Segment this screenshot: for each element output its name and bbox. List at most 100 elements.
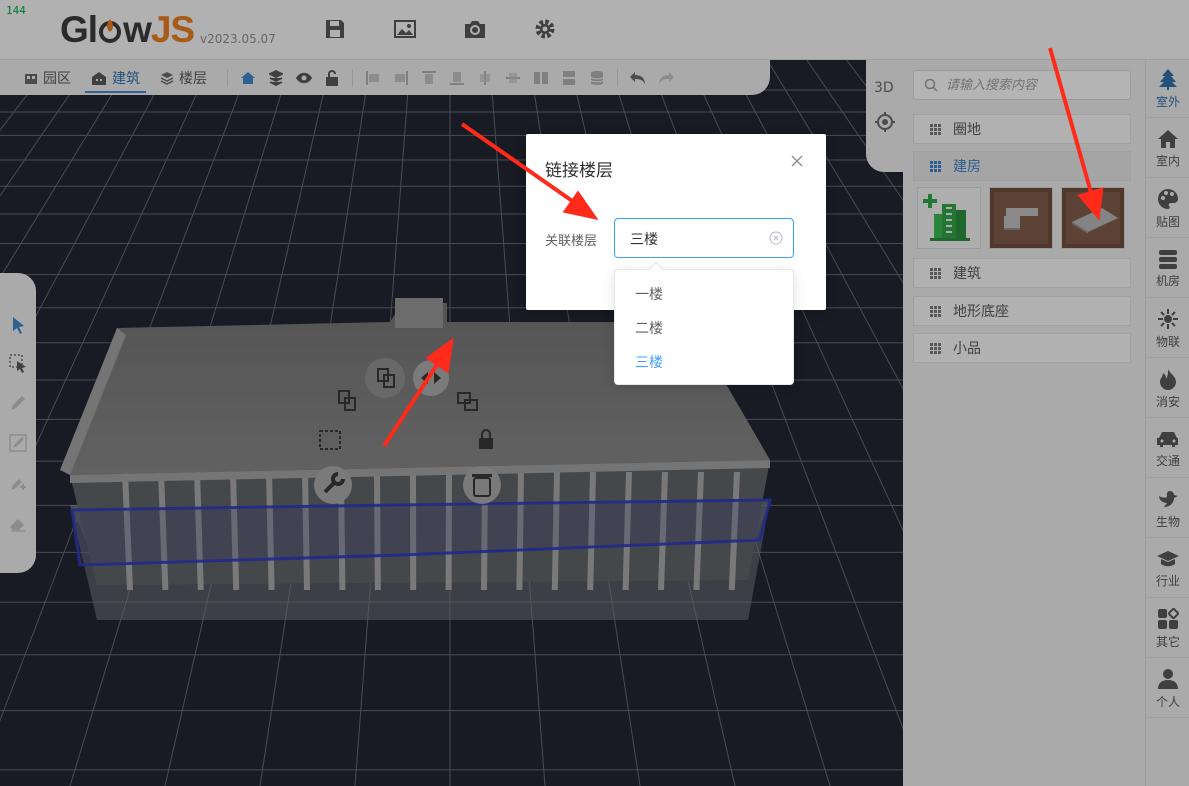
align-right-button[interactable] <box>387 60 415 95</box>
tab-park[interactable]: 园区 <box>18 60 77 95</box>
redo-button[interactable] <box>652 60 680 95</box>
edit-shape-icon <box>9 434 27 452</box>
asset-panel: 圈地 建房 建筑 地形底座 小品 <box>903 60 1145 786</box>
image-button[interactable] <box>390 14 420 44</box>
eraser-tool[interactable] <box>8 513 28 533</box>
align-bottom-button[interactable] <box>443 60 471 95</box>
category-build-house[interactable]: 建房 <box>913 151 1131 181</box>
eraser-icon <box>10 519 25 532</box>
edit-shape-tool[interactable] <box>8 433 28 453</box>
search-input[interactable] <box>946 77 1116 93</box>
nav-label: 个人 <box>1155 694 1180 709</box>
nav-traffic[interactable]: 交通 <box>1146 420 1189 478</box>
nav-indoor[interactable]: 室内 <box>1146 120 1189 178</box>
select-tool[interactable] <box>8 353 28 373</box>
logo-text-suffix: JS <box>150 9 195 50</box>
nav-personal[interactable]: 个人 <box>1146 660 1189 718</box>
align-top-button[interactable] <box>415 60 443 95</box>
nav-outdoor[interactable]: 室外 <box>1146 60 1189 118</box>
database-button[interactable] <box>583 60 611 95</box>
toolbar-divider <box>352 68 353 87</box>
align-center-h-icon <box>480 70 490 85</box>
nav-fire-safety[interactable]: 消安 <box>1146 360 1189 418</box>
category-label: 建房 <box>953 159 981 175</box>
floorplan-shape-icon <box>990 188 1052 248</box>
tree-icon <box>1159 68 1177 90</box>
align-center-h-button[interactable] <box>471 60 499 95</box>
distribute-h-button[interactable] <box>527 60 555 95</box>
add-building-thumbnail[interactable] <box>917 187 981 249</box>
nav-label: 物联 <box>1155 334 1180 349</box>
scene-toolbar: 园区 建筑 楼层 <box>0 60 770 95</box>
nav-other[interactable]: 其它 <box>1146 600 1189 658</box>
nav-texture[interactable]: 贴图 <box>1146 180 1189 238</box>
align-center-v-icon <box>506 72 520 83</box>
tab-building[interactable]: 建筑 <box>85 60 146 95</box>
align-right-icon <box>395 70 408 85</box>
house-icon <box>1158 129 1178 148</box>
floor-option-selected[interactable]: 三楼 <box>615 345 793 379</box>
close-icon <box>791 155 803 167</box>
layer-stack-button[interactable] <box>262 60 290 95</box>
undo-button[interactable] <box>624 60 652 95</box>
toolbar-divider <box>617 68 618 87</box>
floor-select-value: 三楼 <box>630 232 658 248</box>
tab-floor[interactable]: 楼层 <box>154 60 213 95</box>
gear-icon <box>535 19 555 39</box>
nav-iot[interactable]: 物联 <box>1146 300 1189 358</box>
nav-server-room[interactable]: 机房 <box>1146 240 1189 298</box>
fps-counter: 144 <box>6 4 26 17</box>
redo-icon <box>659 71 674 84</box>
grid-icon <box>930 160 941 172</box>
house-floorplan-thumbnail[interactable] <box>989 187 1053 249</box>
graduation-cap-icon <box>1157 550 1179 566</box>
camera-button[interactable] <box>460 14 490 44</box>
pointer-tool[interactable] <box>8 315 28 335</box>
distribute-v-icon <box>563 70 575 85</box>
lock-icon <box>326 69 338 86</box>
visibility-button[interactable] <box>290 60 318 95</box>
house-slab-thumbnail[interactable] <box>1061 187 1125 249</box>
bird-icon <box>1159 490 1178 507</box>
category-ornaments[interactable]: 小品 <box>913 333 1131 363</box>
nav-label: 机房 <box>1155 273 1180 288</box>
image-icon <box>394 20 416 38</box>
logo-text-prefix: Gl <box>60 9 98 50</box>
lock-button[interactable] <box>318 60 346 95</box>
category-terrain-base[interactable]: 地形底座 <box>913 296 1131 326</box>
draw-tool[interactable] <box>8 393 28 413</box>
pencil-icon <box>11 396 25 410</box>
view-mode-toggle[interactable]: 3D <box>874 80 894 96</box>
nav-industry[interactable]: 行业 <box>1146 540 1189 598</box>
shapes-icon <box>1158 607 1179 629</box>
align-left-button[interactable] <box>359 60 387 95</box>
database-icon <box>590 70 604 85</box>
home-view-button[interactable] <box>234 60 262 95</box>
floor-select[interactable]: 三楼 <box>614 218 794 258</box>
category-land[interactable]: 圈地 <box>913 114 1131 144</box>
search-box[interactable] <box>913 70 1131 100</box>
align-bottom-icon <box>450 71 464 85</box>
nav-label: 生物 <box>1155 514 1180 529</box>
crosshair-icon <box>875 112 895 132</box>
clear-button[interactable] <box>769 231 783 245</box>
user-icon <box>1158 668 1178 689</box>
category-building[interactable]: 建筑 <box>913 258 1131 288</box>
save-button[interactable] <box>320 14 350 44</box>
distribute-v-button[interactable] <box>555 60 583 95</box>
close-button[interactable] <box>788 152 806 170</box>
grid-icon <box>930 267 941 279</box>
settings-button[interactable] <box>530 14 560 44</box>
floor-option[interactable]: 一楼 <box>615 277 793 311</box>
nav-label: 行业 <box>1155 573 1180 588</box>
align-center-v-button[interactable] <box>499 60 527 95</box>
locate-button[interactable] <box>875 112 895 132</box>
fire-icon <box>1160 368 1176 390</box>
floor-option[interactable]: 二楼 <box>615 311 793 345</box>
select-box-icon <box>9 354 26 373</box>
nav-biology[interactable]: 生物 <box>1146 480 1189 538</box>
clear-circle-icon <box>769 231 783 245</box>
add-point-tool[interactable] <box>8 473 28 493</box>
stack-icon <box>269 69 283 86</box>
category-label: 地形底座 <box>953 304 1009 320</box>
